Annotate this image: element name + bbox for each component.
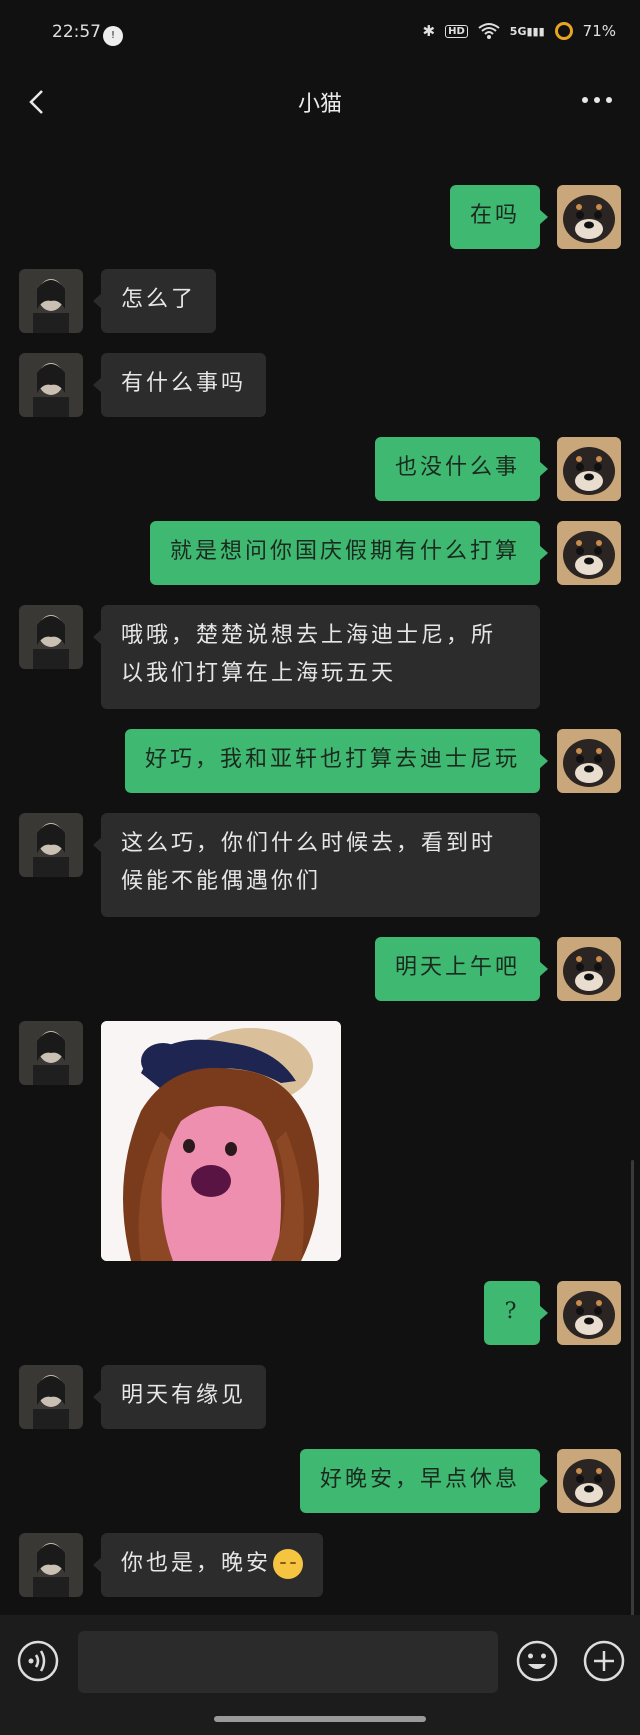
avatar[interactable] bbox=[19, 1365, 83, 1429]
avatar[interactable] bbox=[19, 353, 83, 417]
message-bubble[interactable]: 这么巧，你们什么时候去，看到时候能不能偶遇你们 bbox=[93, 813, 540, 917]
avatar[interactable] bbox=[557, 185, 621, 249]
avatar[interactable] bbox=[19, 1021, 83, 1085]
message-bubble[interactable]: 好晚安，早点休息 bbox=[299, 1449, 549, 1513]
wifi-icon bbox=[478, 23, 500, 39]
avatar[interactable] bbox=[557, 937, 621, 1001]
message-bubble[interactable]: 你也是，晚安 bbox=[92, 1533, 324, 1597]
battery-icon bbox=[554, 22, 573, 40]
avatar[interactable] bbox=[557, 437, 621, 501]
scrollbar[interactable] bbox=[631, 1160, 634, 1620]
message-text: 你也是，晚安 bbox=[121, 1551, 272, 1576]
avatar[interactable] bbox=[19, 269, 83, 333]
sticker-image[interactable] bbox=[101, 1021, 341, 1261]
bluetooth-icon: ✱ bbox=[422, 22, 436, 40]
emoji-icon[interactable] bbox=[515, 1639, 559, 1683]
avatar[interactable] bbox=[557, 1281, 621, 1345]
notification-icon: ! bbox=[103, 26, 123, 46]
message-input[interactable] bbox=[78, 1631, 498, 1693]
battery-level: 71% bbox=[582, 22, 616, 40]
message-bubble[interactable]: 有什么事吗 bbox=[92, 353, 267, 417]
avatar[interactable] bbox=[557, 521, 621, 585]
home-indicator[interactable] bbox=[214, 1716, 426, 1722]
status-icons: ✱ HD 5G▮▮▮ 71% bbox=[423, 22, 616, 40]
signal-icon: 5G▮▮▮ bbox=[509, 24, 545, 38]
hd-icon: HD bbox=[445, 24, 468, 38]
message-bubble[interactable]: 明天有缘见 bbox=[92, 1365, 267, 1429]
message-bubble[interactable]: 好巧，我和亚轩也打算去迪士尼玩 bbox=[124, 729, 549, 793]
chat-header: 小猫 bbox=[0, 70, 640, 134]
avatar[interactable] bbox=[19, 605, 83, 669]
avatar[interactable] bbox=[19, 1533, 83, 1597]
avatar[interactable] bbox=[557, 1449, 621, 1513]
add-icon[interactable] bbox=[582, 1639, 626, 1683]
message-bubble[interactable]: ? bbox=[484, 1281, 548, 1345]
message-bubble[interactable]: 明天上午吧 bbox=[374, 937, 549, 1001]
status-bar: 22:57 ! ✱ HD 5G▮▮▮ 71% bbox=[0, 0, 640, 70]
voice-input-icon[interactable] bbox=[16, 1639, 60, 1683]
chat-title: 小猫 bbox=[297, 92, 342, 117]
status-time: 22:57 bbox=[52, 22, 101, 42]
message-bubble[interactable]: 怎么了 bbox=[92, 269, 217, 333]
message-bubble[interactable]: 在吗 bbox=[449, 185, 549, 249]
more-options-icon[interactable] bbox=[580, 94, 614, 106]
avatar[interactable] bbox=[19, 813, 83, 877]
message-bubble[interactable]: 也没什么事 bbox=[374, 437, 549, 501]
sleeping-face-icon bbox=[273, 1549, 304, 1579]
message-bubble[interactable]: 哦哦，楚楚说想去上海迪士尼，所以我们打算在上海玩五天 bbox=[93, 605, 540, 709]
message-bubble[interactable]: 就是想问你国庆假期有什么打算 bbox=[149, 521, 549, 585]
avatar[interactable] bbox=[557, 729, 621, 793]
